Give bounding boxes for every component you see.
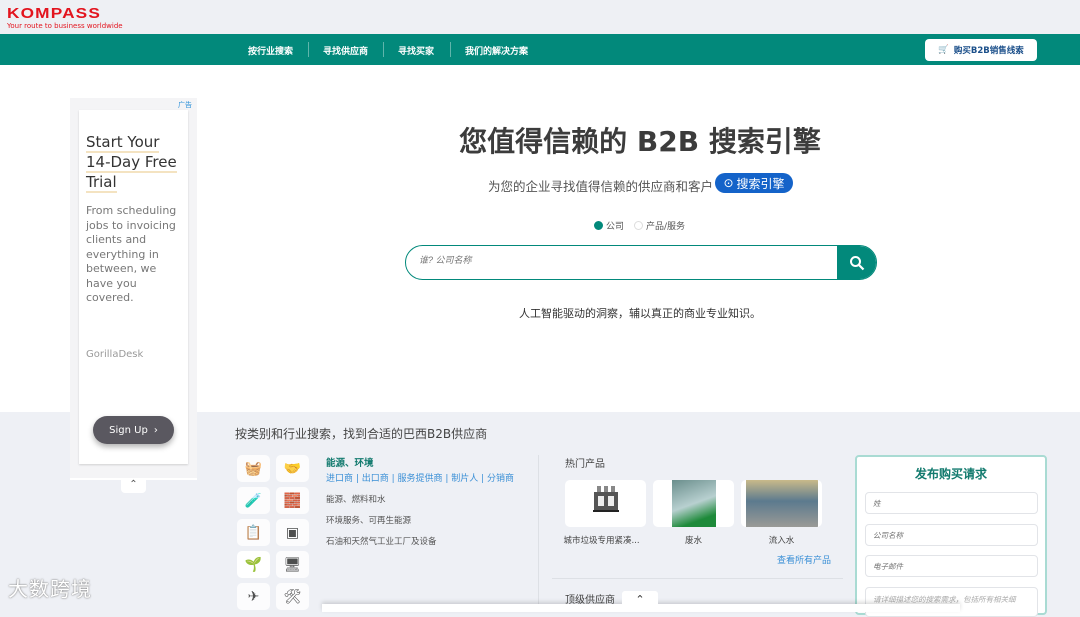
chevron-up-icon: ⌃ [129,479,138,490]
product-name[interactable]: 流入水 [741,534,822,546]
airplane-icon[interactable]: ✈ [237,583,270,610]
chevron-up-icon: ⌃ [635,593,645,606]
ad-title: Start Your 14-Day Free Trial [86,132,186,193]
devices-icon[interactable]: 🖥 [276,551,309,578]
hot-products-title: 热门产品 [565,459,605,470]
product-name[interactable]: 废水 [653,534,734,546]
email-field[interactable] [865,555,1038,577]
category-title[interactable]: 能源、环境 [326,455,514,469]
buy-leads-label: 购买B2B销售线索 [953,46,1024,56]
watermark: 大数跨境 [8,577,92,601]
search-type-radios: 公司 产品/服务 [594,219,685,232]
radio-company[interactable]: 公司 [594,219,624,232]
sign-up-label: Sign Up [109,424,148,436]
pill-label: 搜索引擎 [736,176,785,191]
ad-title-line: Trial [86,173,117,193]
nav-industry-search[interactable]: 按行业搜索 [248,44,293,57]
search-input[interactable] [419,255,819,265]
category-item[interactable]: 石油和天然气工业工厂及设备 [326,535,514,547]
ad-title-line: 14-Day Free [86,153,177,173]
sign-up-button[interactable]: Sign Up › [93,416,174,444]
divider [552,578,843,579]
compactor-image [592,486,619,512]
tools-icon[interactable]: 🛠 [276,583,309,610]
top-bar: KOMPASS Your route to business worldwide [0,0,1080,34]
form-title: 发布购买请求 [914,467,987,481]
ad-collapse-toggle[interactable]: ⌃ [121,480,146,493]
product-image[interactable] [741,480,822,527]
logo-tagline: Your route to business worldwide [7,22,123,30]
kompass-logo[interactable]: KOMPASS Your route to business worldwide [7,6,123,30]
radio-product-label: 产品/服务 [646,222,686,232]
cart-icon: 🛒 [938,45,949,55]
nav-find-suppliers[interactable]: 寻找供应商 [323,44,368,57]
ad-body: From scheduling jobs to invoicing client… [86,204,177,304]
company-name-field[interactable] [865,524,1038,546]
main-nav: 按行业搜索 寻找供应商 寻找买家 我们的解决方案 [0,34,1080,65]
search-engine-pill[interactable]: ⊙ 搜索引擎 [715,173,793,193]
ad-brand: GorillaDesk [86,349,144,360]
ad-label[interactable]: 广告 [178,100,192,110]
chevron-right-icon: › [153,424,158,436]
search-button[interactable] [837,246,876,279]
agriculture-icon[interactable]: 🧺 [237,455,270,482]
category-icons: 🧺 🤝 🧪 🧱 📋 ▣ 🌱 🖥 ✈ 🛠 [237,455,309,610]
search-icon [849,255,864,270]
handshake-icon[interactable]: 🤝 [276,455,309,482]
wastewater-image [671,480,716,527]
search-bar [405,245,877,280]
view-all-products-link[interactable]: 查看所有产品 [777,553,831,566]
category-item[interactable]: 环境服务、可再生能源 [326,514,514,526]
ad-card[interactable]: Start Your 14-Day Free Trial From schedu… [79,110,188,464]
radio-dot[interactable] [634,221,644,230]
radio-product[interactable]: 产品/服务 [634,219,685,232]
construction-icon[interactable]: 🧱 [276,487,309,514]
last-name-field[interactable] [865,492,1038,514]
category-heading: 按类别和行业搜索，找到合适的巴西B2B供应商 [235,427,488,441]
nav-divider [383,42,384,57]
nav-find-buyers[interactable]: 寻找买家 [398,44,434,57]
buy-request-form: 发布购买请求 请详细描述您的搜索需求，包括所有相关细 [855,455,1047,617]
product-image[interactable] [565,480,646,527]
ad-panel: 广告 Start Your 14-Day Free Trial From sch… [70,98,197,480]
circle-arrow-icon: ⊙ [723,176,734,190]
product-name[interactable]: 城市垃圾专用紧凑... [561,534,642,546]
inflow-water-image [745,480,818,527]
category-links[interactable]: 进口商 | 出口商 | 服务提供商 | 制片人 | 分销商 [326,471,514,484]
hero-subtitle: 为您的企业寻找值得信赖的供应商和客户 [488,179,714,194]
bottom-bar-toggle[interactable]: ⌃ [622,591,658,608]
buy-leads-button[interactable]: 🛒 购买B2B销售线索 [925,39,1037,61]
product-image[interactable] [653,480,734,527]
environment-icon[interactable]: 🌱 [237,551,270,578]
category-item[interactable]: 能源、燃料和水 [326,493,514,505]
nav-divider [450,42,451,57]
training-icon[interactable]: 📋 [237,519,270,546]
chip-icon[interactable]: ▣ [276,519,309,546]
description-textarea[interactable]: 请详细描述您的搜索需求，包括所有相关细 [865,587,1038,617]
nav-solutions[interactable]: 我们的解决方案 [465,44,528,57]
radio-dot-checked[interactable] [594,221,603,230]
radio-company-label: 公司 [606,222,625,232]
logo-text: KOMPASS [7,5,101,22]
category-detail: 能源、环境 进口商 | 出口商 | 服务提供商 | 制片人 | 分销商 能源、燃… [326,455,514,547]
ad-title-line: Start Your [86,133,160,153]
nav-divider [308,42,309,57]
chemistry-icon[interactable]: 🧪 [237,487,270,514]
divider [538,455,539,608]
